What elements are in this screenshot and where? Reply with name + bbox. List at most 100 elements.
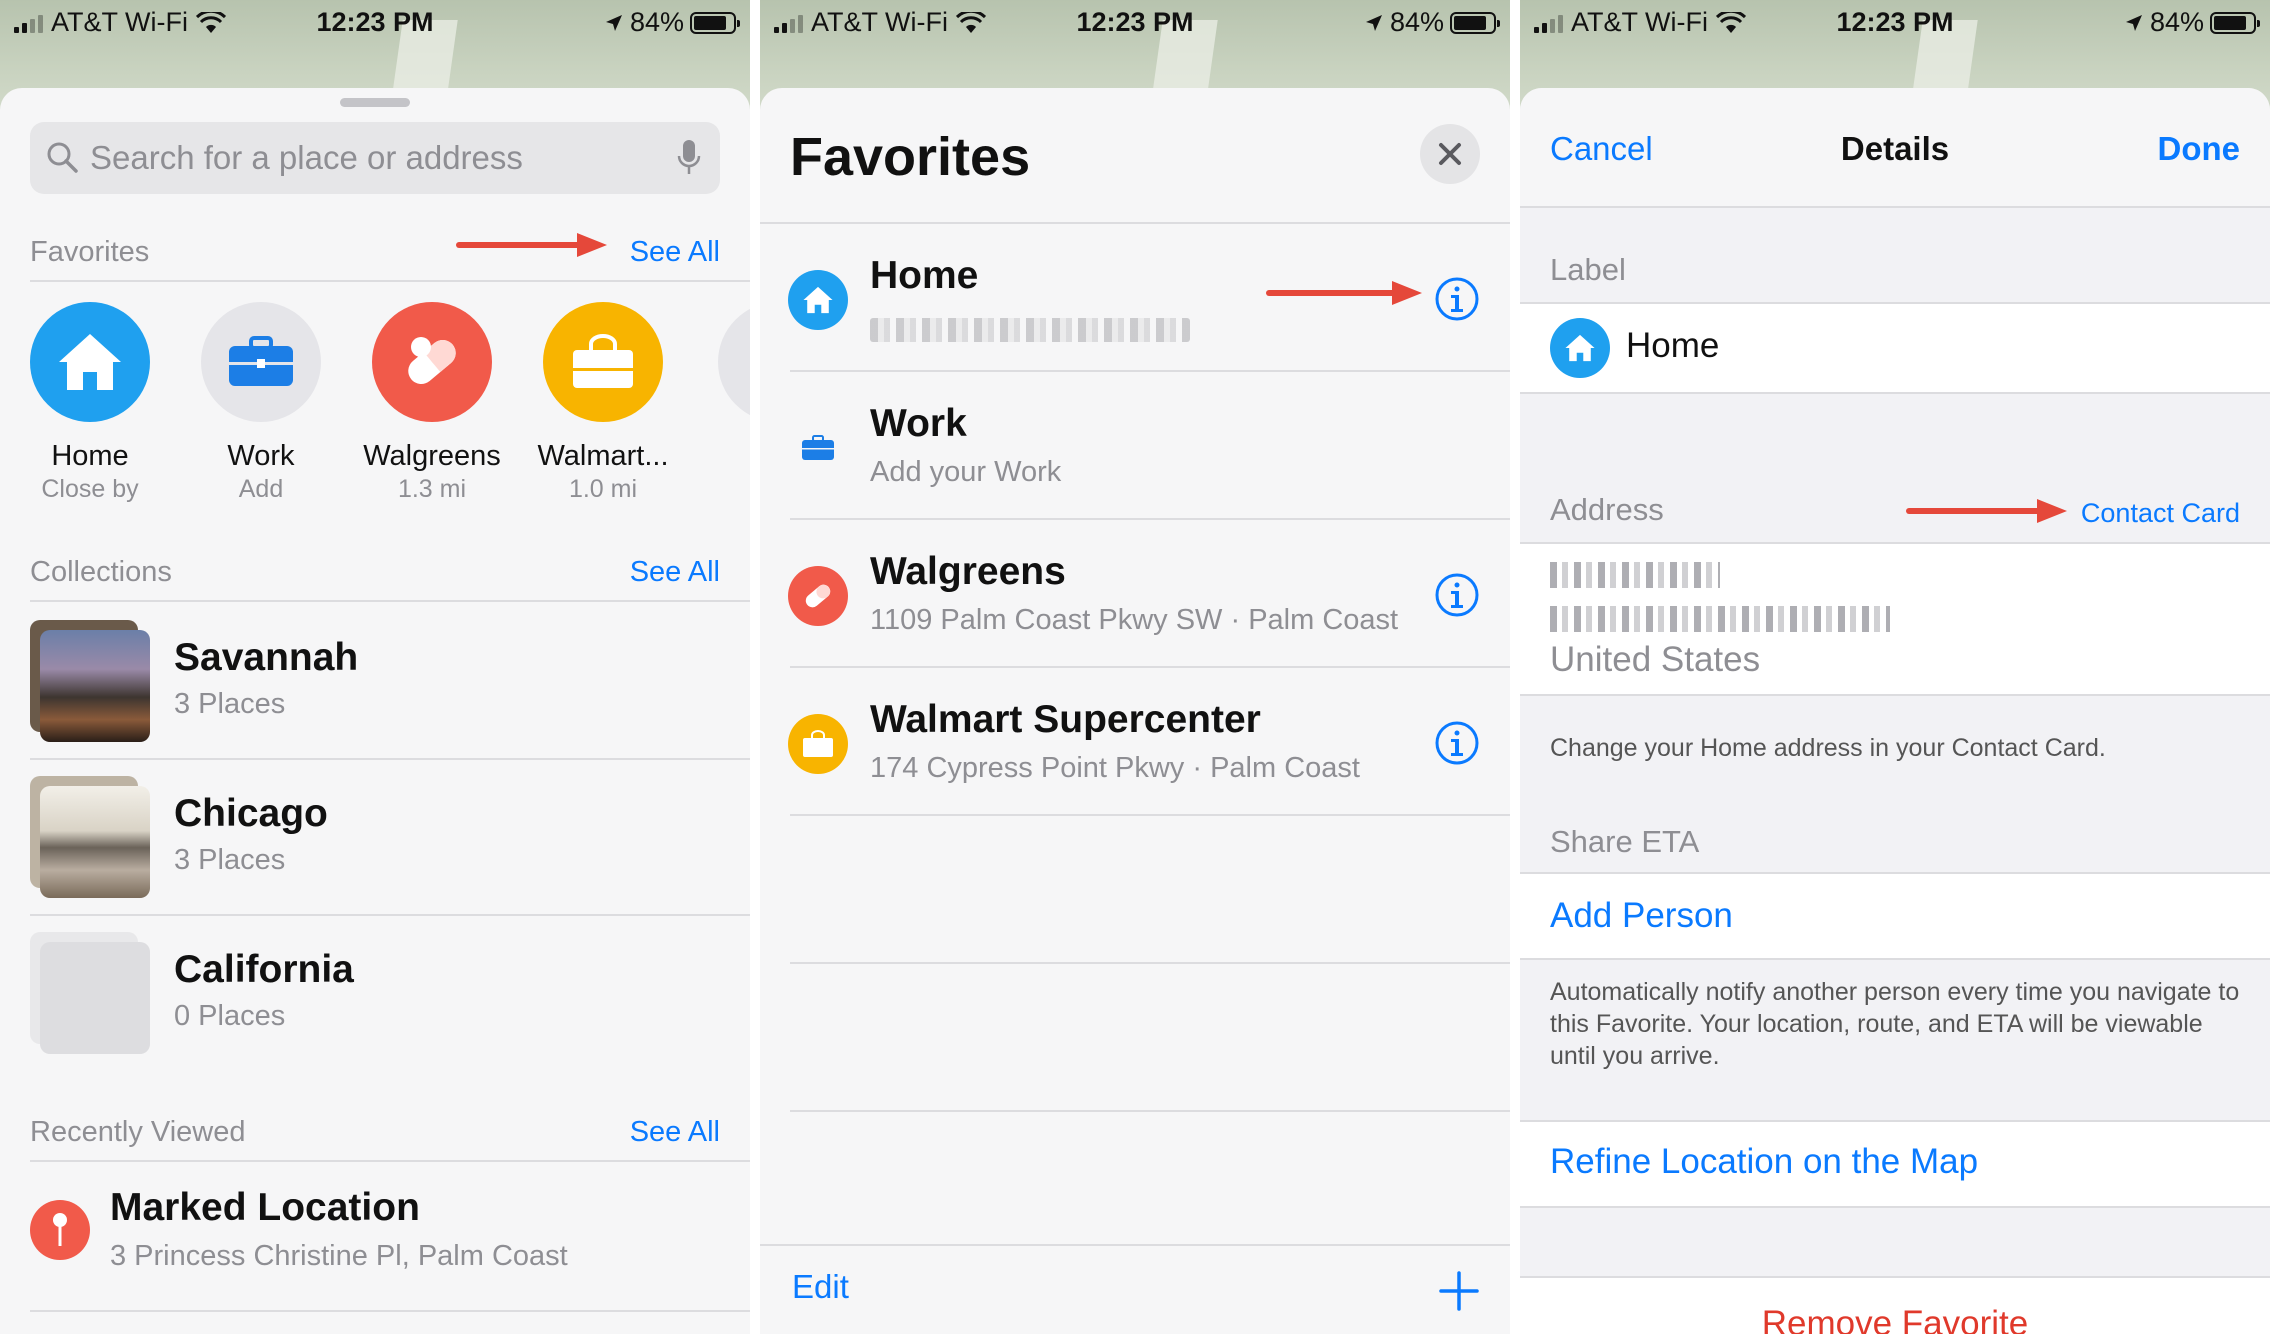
pill-icon — [805, 584, 831, 608]
favorites-toolbar: Edit — [760, 1244, 1510, 1334]
favorites-see-all-link[interactable]: See All — [630, 236, 720, 269]
favorite-name: Walmart... — [537, 440, 669, 472]
divider — [1520, 1206, 2270, 1208]
favorite-row-title: Home — [870, 254, 979, 297]
collection-item-savannah[interactable]: Savannah 3 Places — [30, 610, 750, 766]
done-button[interactable]: Done — [2158, 130, 2241, 168]
favorite-item-work[interactable]: Work Add — [186, 302, 336, 504]
favorite-walmart-circle — [543, 302, 663, 422]
house-icon — [1565, 334, 1595, 362]
favorite-row-work[interactable]: Work Add your Work — [760, 372, 1510, 520]
divider — [30, 758, 750, 760]
recent-item[interactable]: Marked Location 3 Princess Christine Pl,… — [30, 1186, 750, 1296]
battery-icon — [690, 11, 740, 34]
favorite-row-subtitle: 174 Cypress Point Pkwy · Palm Coast — [870, 752, 1360, 784]
microphone-icon[interactable] — [676, 138, 702, 178]
divider — [790, 814, 1510, 816]
remove-favorite-button[interactable]: Remove Favorite — [1520, 1304, 2270, 1334]
recently-viewed-see-all-link[interactable]: See All — [630, 1116, 720, 1149]
label-icon — [1550, 318, 1610, 378]
favorite-row-icon — [788, 714, 848, 774]
search-bar[interactable] — [30, 122, 720, 194]
recently-viewed-title: Recently Viewed — [30, 1116, 246, 1148]
california-placeholder — [40, 942, 150, 1054]
favorite-home-circle — [30, 302, 150, 422]
divider — [30, 1160, 750, 1162]
status-bar: AT&T Wi-Fi 12:23 PM 84% — [0, 0, 750, 44]
collection-title: Savannah — [174, 636, 359, 679]
favorite-subtitle: Close by — [41, 475, 139, 503]
add-person-button[interactable]: Add Person — [1550, 896, 1733, 936]
favorite-row-walmart[interactable]: Walmart Supercenter 174 Cypress Point Pk… — [760, 668, 1510, 816]
annotation-arrow — [1266, 281, 1422, 305]
address-cell: United States — [1520, 544, 2270, 694]
sheet-grabber[interactable] — [340, 98, 410, 107]
maps-search-screen: AT&T Wi-Fi 12:23 PM 84% Favorites See Al… — [0, 0, 750, 1334]
collection-count: 3 Places — [174, 844, 286, 876]
location-arrow-icon — [1365, 14, 1382, 31]
battery-percent: 84% — [1389, 7, 1444, 37]
divider — [1520, 694, 2270, 696]
annotation-arrow — [456, 233, 607, 257]
search-icon — [47, 142, 78, 173]
favorites-sheet: Favorites Home Work Add your Work Walgre… — [760, 88, 1510, 1334]
refine-location-button[interactable]: Refine Location on the Map — [1550, 1142, 1978, 1182]
favorite-item-walmart[interactable]: Walmart... 1.0 mi — [528, 302, 678, 504]
recently-viewed-header: Recently Viewed See All — [30, 1116, 720, 1156]
battery-icon — [1450, 11, 1500, 34]
favorite-subtitle: 1.0 mi — [568, 475, 638, 503]
favorite-row-title: Work — [870, 402, 967, 445]
favorite-item-partial[interactable] — [718, 302, 750, 422]
label-cell[interactable]: Home — [1520, 304, 2270, 392]
divider — [30, 600, 750, 602]
edit-button[interactable]: Edit — [792, 1268, 849, 1306]
close-icon — [1439, 143, 1461, 165]
collections-header: Collections See All — [30, 556, 720, 596]
info-icon[interactable] — [1434, 572, 1480, 618]
briefcase-icon — [229, 336, 293, 386]
divider — [30, 280, 750, 282]
add-icon[interactable] — [1438, 1270, 1480, 1312]
pill-icon — [408, 337, 456, 384]
collection-title: Chicago — [174, 792, 328, 835]
details-navbar: Cancel Details Done — [1520, 88, 2270, 208]
divider — [1520, 958, 2270, 960]
info-icon[interactable] — [1434, 276, 1480, 322]
favorite-row-icon — [788, 418, 848, 478]
briefcase-icon — [802, 435, 834, 460]
share-eta-header: Share ETA — [1550, 824, 1700, 859]
recent-address: 3 Princess Christine Pl, Palm Coast — [110, 1240, 568, 1272]
remove-favorite-cell[interactable]: Remove Favorite — [1520, 1278, 2270, 1334]
favorite-row-title: Walgreens — [870, 550, 1066, 593]
favorite-item-home[interactable]: Home Close by — [15, 302, 165, 504]
contact-card-link[interactable]: Contact Card — [2081, 498, 2240, 529]
close-button[interactable] — [1420, 124, 1480, 184]
refine-location-cell[interactable]: Refine Location on the Map — [1520, 1122, 2270, 1206]
favorite-subtitle: 1.3 mi — [397, 475, 467, 503]
annotation-arrow — [1906, 499, 2067, 523]
info-icon[interactable] — [1434, 720, 1480, 766]
collection-item-chicago[interactable]: Chicago 3 Places — [30, 766, 750, 922]
share-eta-note: Automatically notify another person ever… — [1550, 978, 2240, 1070]
favorite-work-circle — [201, 302, 321, 422]
collection-item-california[interactable]: California 0 Places — [30, 922, 750, 1078]
favorite-name: Work — [227, 440, 295, 472]
shopping-bag-icon — [803, 730, 833, 757]
divider — [790, 962, 1510, 964]
favorite-item-walgreens[interactable]: Walgreens 1.3 mi — [357, 302, 507, 504]
battery-percent: 84% — [2149, 7, 2204, 37]
address-line-redacted — [1550, 562, 1720, 588]
address-section-header: Address — [1550, 492, 1664, 527]
search-input[interactable] — [90, 132, 650, 184]
favorite-row-subtitle: Add your Work — [870, 456, 1062, 488]
stage: AT&T Wi-Fi 12:23 PM 84% Favorites See Al… — [0, 0, 2270, 1334]
label-section-header: Label — [1550, 252, 1626, 287]
favorites-list-screen: AT&T Wi-Fi 12:23 PM 84% Favorites Home W… — [760, 0, 1510, 1334]
collections-see-all-link[interactable]: See All — [630, 556, 720, 589]
add-person-cell[interactable]: Add Person — [1520, 874, 2270, 958]
favorite-row-icon — [788, 270, 848, 330]
battery-percent: 84% — [629, 7, 684, 37]
favorite-row-walgreens[interactable]: Walgreens 1109 Palm Coast Pkwy SW · Palm… — [760, 520, 1510, 668]
favorite-details-screen: AT&T Wi-Fi 12:23 PM 84% Cancel Details D… — [1520, 0, 2270, 1334]
divider — [30, 1310, 750, 1312]
